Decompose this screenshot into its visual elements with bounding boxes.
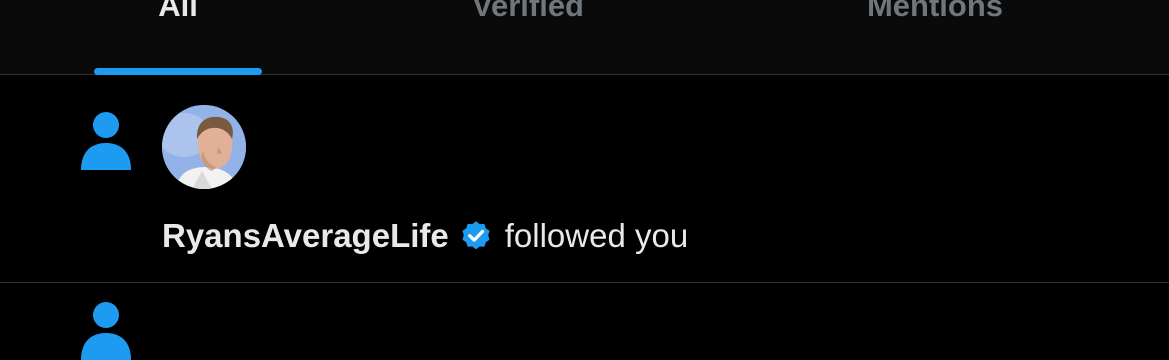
person-icon	[81, 302, 131, 360]
tab-all[interactable]: All	[94, 0, 262, 75]
tab-verified-label: Verified	[472, 0, 584, 23]
tab-verified[interactable]: Verified	[440, 0, 616, 75]
verified-badge-icon	[462, 221, 490, 250]
active-tab-indicator	[94, 68, 262, 75]
notification-text: RyansAverageLife followed you	[162, 214, 688, 258]
person-icon	[81, 112, 131, 170]
tab-all-label: All	[158, 0, 198, 23]
follow-notification[interactable]: RyansAverageLife followed you	[0, 76, 1169, 283]
user-name-link[interactable]: RyansAverageLife	[162, 217, 449, 255]
notification-action-text: followed you	[504, 217, 689, 254]
tab-mentions[interactable]: Mentions	[840, 0, 1030, 75]
tab-mentions-label: Mentions	[866, 0, 1004, 23]
avatar-image	[162, 105, 246, 189]
avatar[interactable]	[162, 105, 246, 189]
notification-tab-bar: All Verified Mentions	[0, 0, 1169, 75]
